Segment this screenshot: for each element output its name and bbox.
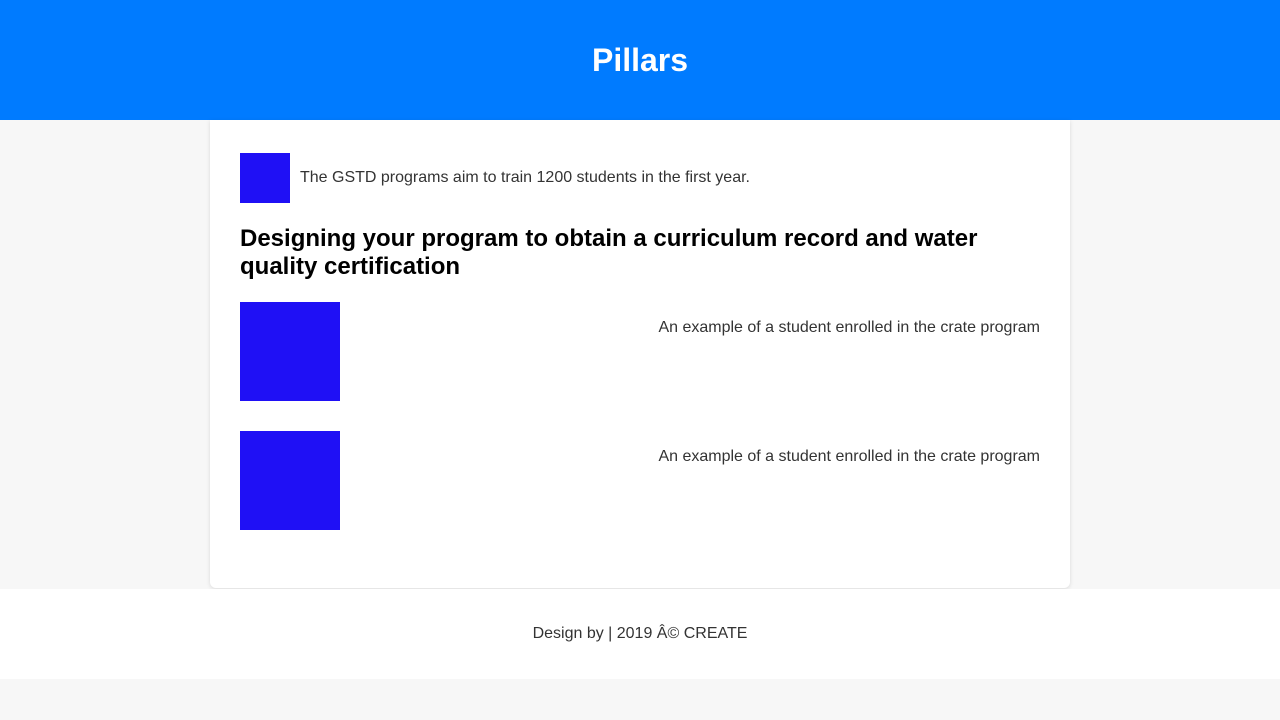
example-caption: An example of a student enrolled in the … [658, 448, 1040, 465]
page-header: Pillars [0, 0, 1280, 120]
intro-text: The GSTD programs aim to train 1200 stud… [300, 169, 750, 186]
example-image [240, 302, 340, 401]
example-caption: An example of a student enrolled in the … [658, 319, 1040, 336]
example-image [240, 431, 340, 530]
section-title: Designing your program to obtain a curri… [240, 225, 978, 280]
content-card: The GSTD programs aim to train 1200 stud… [210, 120, 1070, 588]
intro-image [240, 153, 290, 203]
intro-row: The GSTD programs aim to train 1200 stud… [240, 153, 750, 203]
page-title: Pillars [591, 41, 689, 78]
footer-text: Design by | 2019 Â© CREATE [532, 625, 748, 642]
example-item: An example of a student enrolled in the … [240, 302, 1040, 402]
page-footer: Design by | 2019 Â© CREATE [0, 589, 1280, 679]
example-item: An example of a student enrolled in the … [240, 431, 1040, 531]
